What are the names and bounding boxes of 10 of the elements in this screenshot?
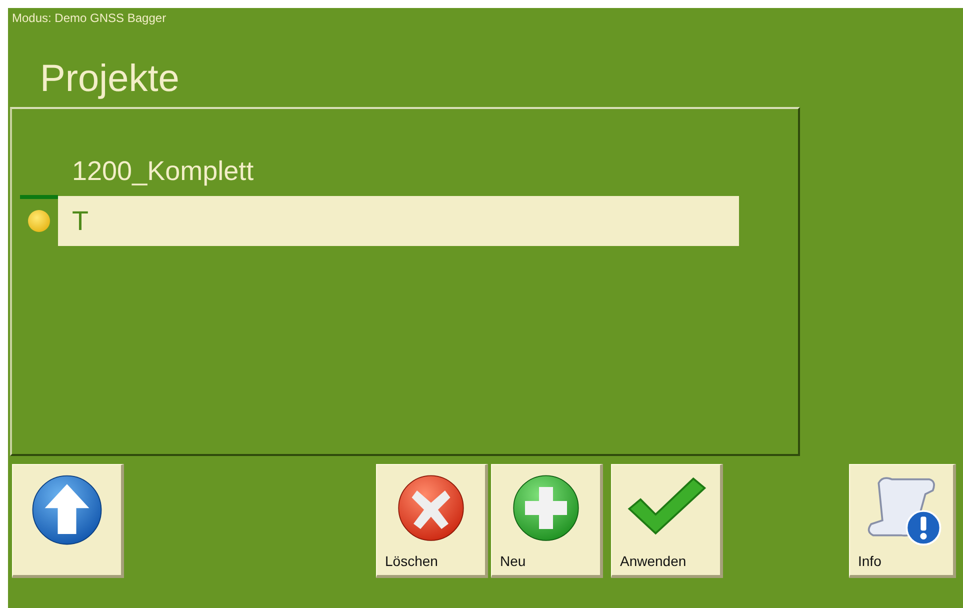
delete-button[interactable]: Löschen [376, 464, 488, 578]
up-button[interactable] [12, 464, 124, 578]
plus-icon [511, 472, 581, 543]
info-button[interactable]: Info [849, 464, 956, 578]
mode-label: Modus: Demo GNSS Bagger [11, 10, 166, 25]
apply-button[interactable]: Anwenden [611, 464, 723, 578]
new-button[interactable]: Neu [491, 464, 603, 578]
project-item[interactable]: T [58, 196, 739, 246]
close-icon [396, 472, 466, 543]
page-title: Projekte [40, 59, 180, 101]
